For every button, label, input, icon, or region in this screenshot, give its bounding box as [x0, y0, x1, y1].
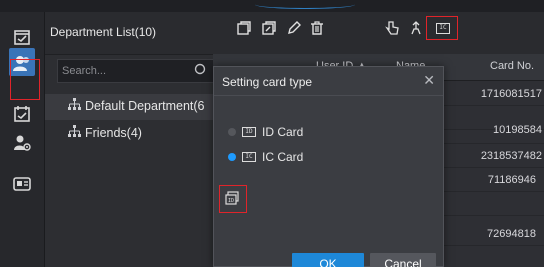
card-number: 71186946 — [487, 174, 536, 186]
card-number: 2318537482 — [480, 150, 542, 162]
org-icon — [68, 98, 81, 113]
search-placeholder: Search... — [62, 65, 107, 77]
tree-item-default-department[interactable]: Default Department(6 — [68, 98, 205, 113]
card-view-icon[interactable] — [9, 24, 35, 50]
ok-button[interactable]: OK — [292, 253, 364, 267]
tree-item-label: Friends(4) — [85, 125, 142, 140]
search-box[interactable]: Search... — [57, 59, 215, 83]
trash-icon[interactable] — [308, 19, 326, 37]
org-icon — [68, 125, 81, 140]
column-card-no[interactable]: Card No. — [490, 60, 534, 72]
setting-card-type-dialog: Setting card type ✕ ID ID Card IC IC Car… — [213, 66, 444, 267]
card-number: 10198584 — [493, 124, 542, 136]
hand-icon[interactable] — [384, 19, 402, 37]
dialog-divider — [214, 95, 443, 96]
radio-ic-card[interactable]: IC IC Card — [228, 150, 303, 164]
dialog-title: Setting card type — [222, 75, 313, 89]
nav-highlight-box — [10, 59, 40, 100]
card-number: 1716081517 — [480, 88, 542, 100]
radio-unchecked — [228, 128, 236, 136]
pen-icon[interactable] — [285, 19, 303, 37]
tree-item-friends[interactable]: Friends(4) — [68, 125, 142, 140]
page-title: Department List(10) — [50, 25, 157, 39]
card-id-icon[interactable] — [9, 171, 35, 197]
radio-id-card[interactable]: ID ID Card — [228, 125, 303, 139]
id-card-icon: ID — [242, 127, 256, 137]
copy-icon[interactable] — [235, 19, 253, 37]
radio-checked — [228, 153, 236, 161]
pointer-icon[interactable] — [407, 19, 425, 37]
card-number: 72694818 — [487, 228, 536, 240]
radio-label: ID Card — [262, 125, 304, 139]
edit-doc-icon[interactable] — [260, 19, 278, 37]
cancel-button[interactable]: Cancel — [370, 253, 436, 267]
dialog-highlight-box — [219, 185, 247, 213]
tree-item-label: Default Department(6 — [85, 98, 205, 113]
app-window: Department List(10) IC Search... Default… — [0, 0, 544, 267]
ic-card-icon: IC — [242, 152, 256, 162]
toolbar-highlight-box — [426, 16, 458, 40]
search-icon[interactable] — [194, 63, 208, 82]
close-icon[interactable]: ✕ — [423, 72, 435, 89]
user-settings-icon[interactable] — [9, 130, 35, 156]
top-bar — [0, 0, 544, 12]
radio-label: IC Card — [262, 150, 304, 164]
calendar-icon[interactable] — [9, 101, 35, 127]
